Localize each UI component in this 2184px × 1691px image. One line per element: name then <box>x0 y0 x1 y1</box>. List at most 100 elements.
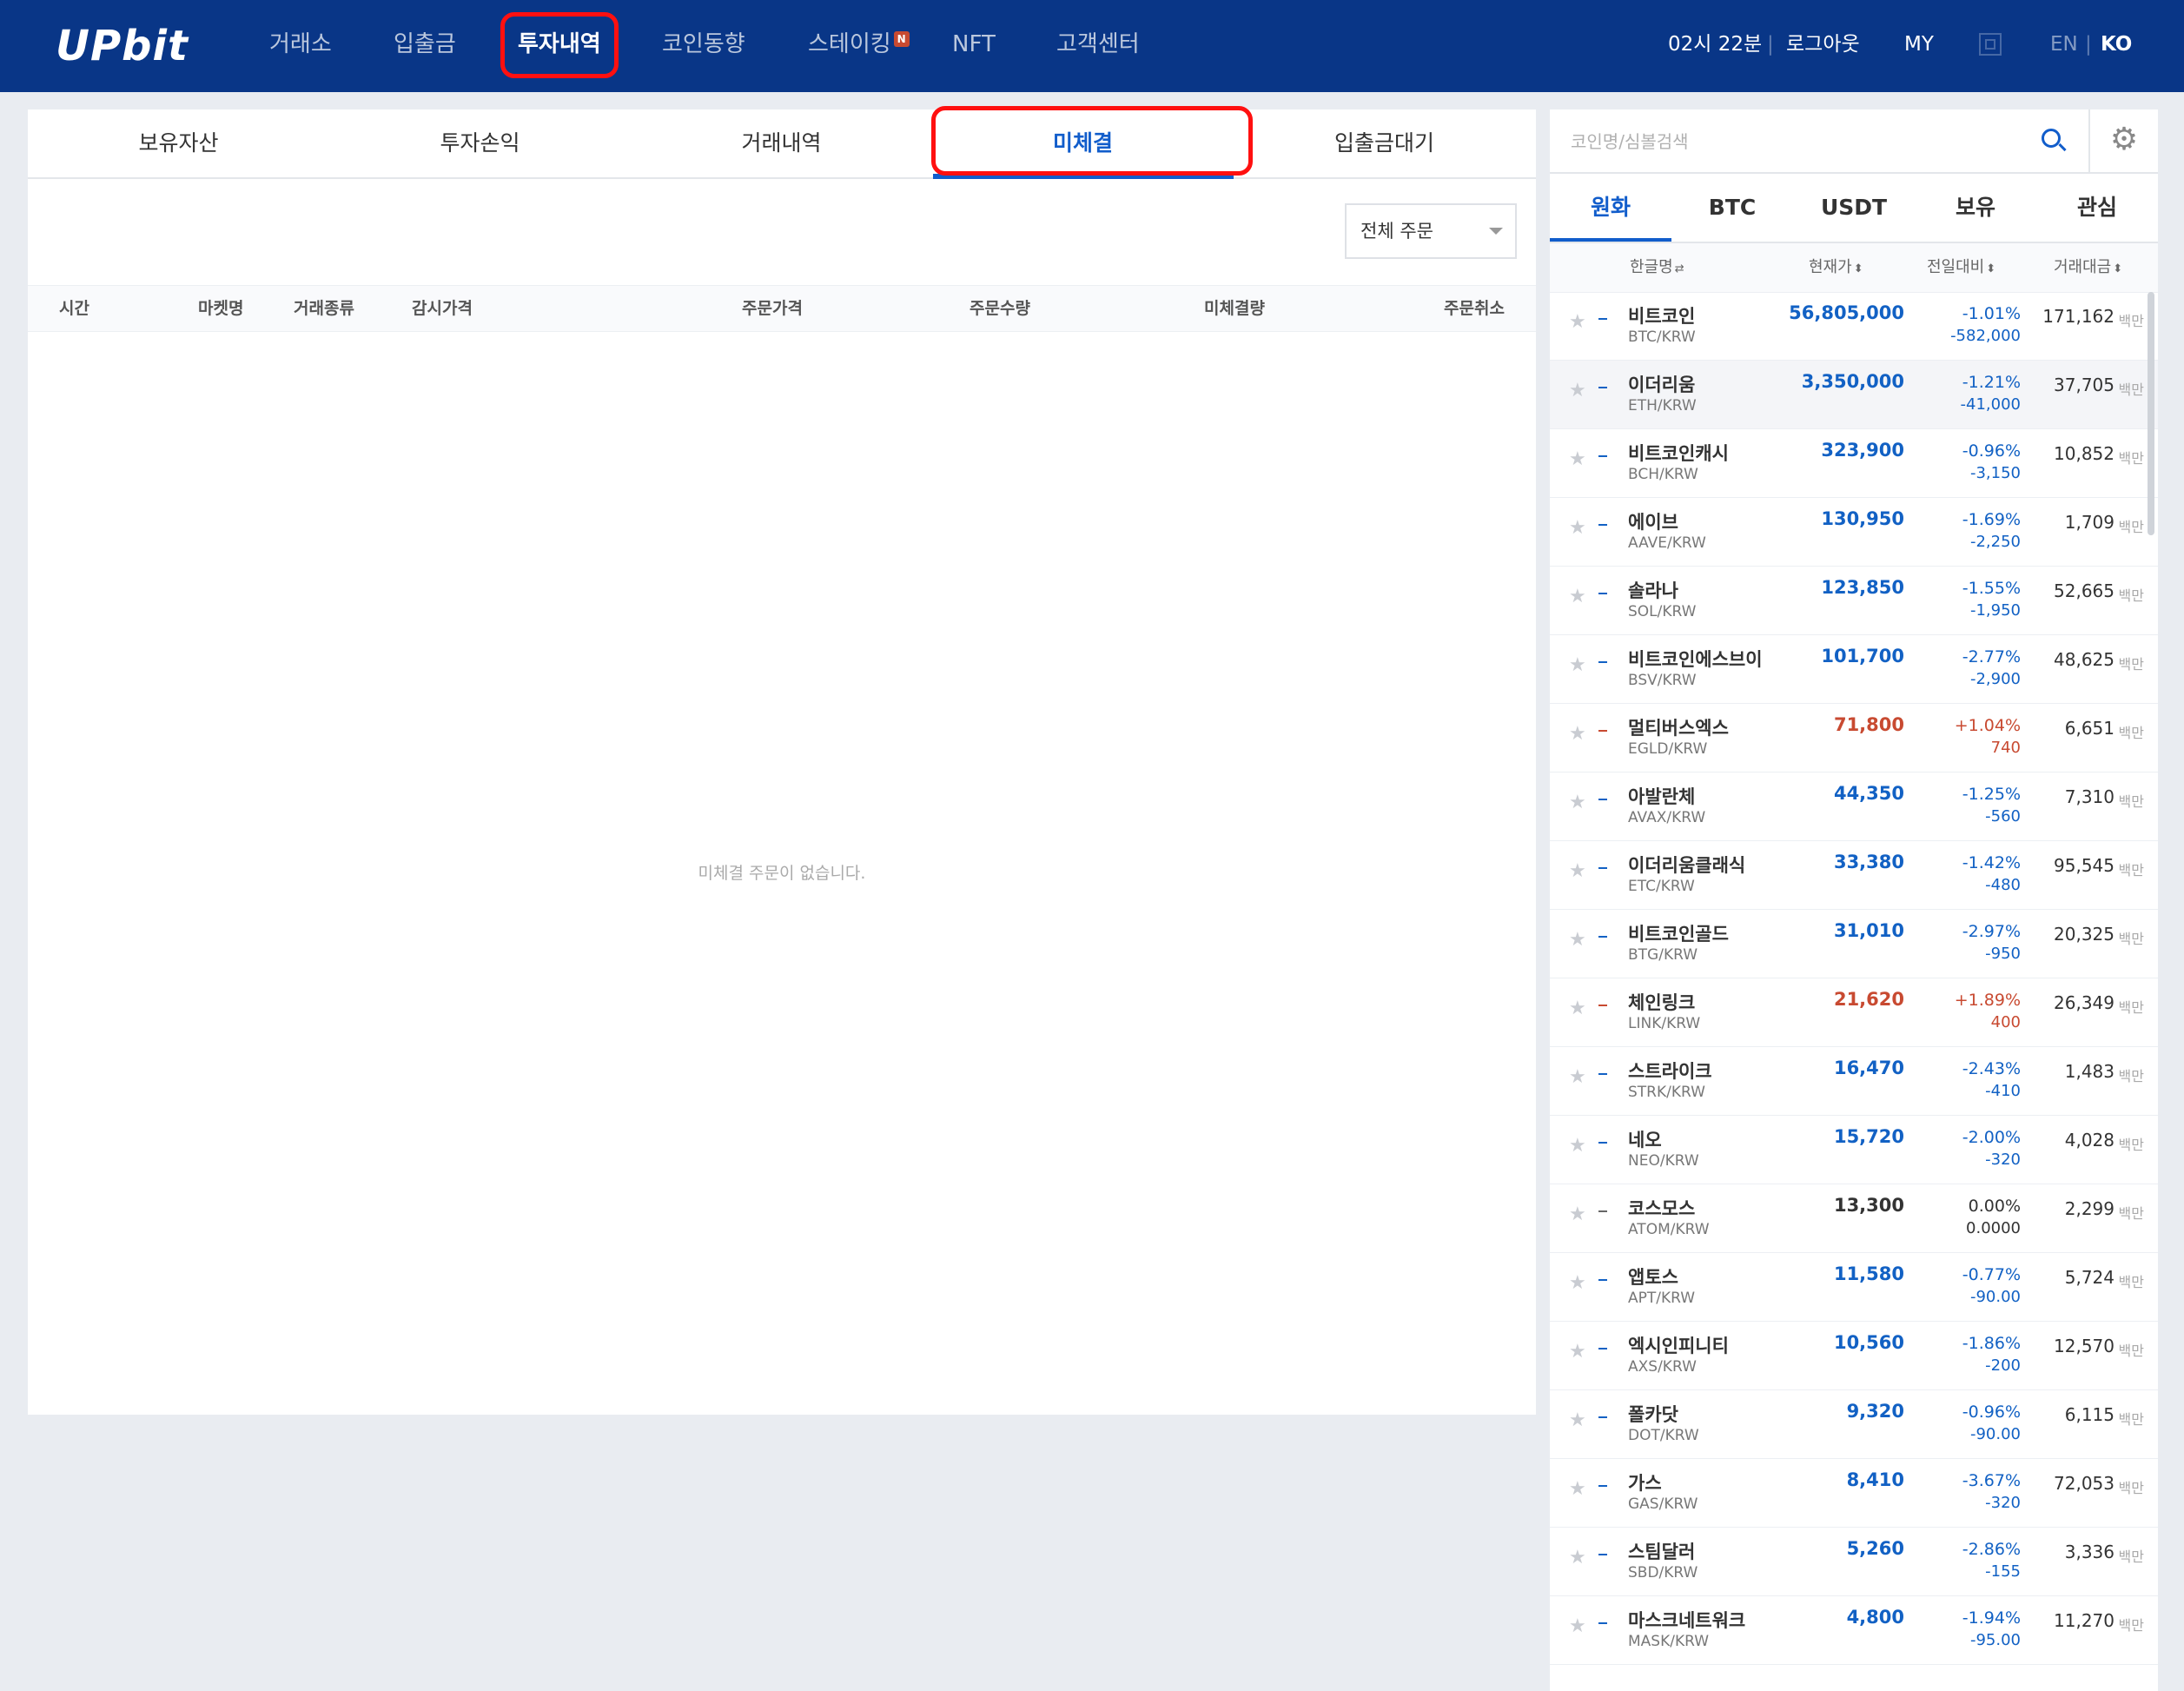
coin-row[interactable]: ★ 스팀달러 SBD/KRW 5,260 -2.86% -155 3,336 백만 <box>1550 1528 2158 1596</box>
tab-usdt[interactable]: USDT <box>1793 174 1915 242</box>
nav-nft[interactable]: NFT <box>952 0 996 92</box>
star-icon[interactable]: ★ <box>1569 586 1586 607</box>
volume-unit: 백만 <box>2118 381 2144 398</box>
upbit-logo[interactable]: UPbit <box>56 17 189 75</box>
my-page-link[interactable]: MY <box>1904 0 1934 92</box>
star-icon[interactable]: ★ <box>1569 654 1586 676</box>
coin-change-rate: -2.97% <box>1962 922 2021 941</box>
coin-name: 엑시인피니티 <box>1628 1336 1729 1356</box>
tab-holdings[interactable]: 보유자산 <box>28 109 329 177</box>
coin-row[interactable]: ★ 엑시인피니티 AXS/KRW 10,560 -1.86% -200 12,570 백만 <box>1550 1322 2158 1390</box>
coin-pair: ETC/KRW <box>1628 878 1695 895</box>
col-time: 시간 <box>59 299 89 318</box>
star-icon[interactable]: ★ <box>1569 1547 1586 1568</box>
coin-list: ★ 비트코인 BTC/KRW 56,805,000 -1.01% -582,000 171,… <box>1550 292 2158 1665</box>
sort-by-change[interactable]: 전일대비 ⬍ <box>1927 243 1995 292</box>
coin-row[interactable]: ★ 스트라이크 STRK/KRW 16,470 -2.43% -410 1,483 백만 <box>1550 1047 2158 1116</box>
nav-deposit-withdraw[interactable]: 입출금 <box>394 0 456 92</box>
mini-candle-icon <box>1598 1485 1607 1487</box>
star-icon[interactable]: ★ <box>1569 860 1586 882</box>
search-icon[interactable] <box>2042 129 2061 148</box>
coin-row[interactable]: ★ 앱토스 APT/KRW 11,580 -0.77% -90.00 5,724 백만 <box>1550 1253 2158 1322</box>
nav-exchange[interactable]: 거래소 <box>269 0 332 92</box>
coin-pair: BSV/KRW <box>1628 672 1697 689</box>
grid-menu-icon[interactable] <box>1979 33 2002 56</box>
coin-row[interactable]: ★ 이더리움클래식 ETC/KRW 33,380 -1.42% -480 95,545 백만 <box>1550 841 2158 910</box>
star-icon[interactable]: ★ <box>1569 1135 1586 1157</box>
logout-link[interactable]: 로그아웃 <box>1786 0 1860 92</box>
mini-candle-icon <box>1598 730 1607 732</box>
coin-row[interactable]: ★ 마스크네트워크 MASK/KRW 4,800 -1.94% -95.00 11,270 백… <box>1550 1596 2158 1665</box>
coin-name: 스트라이크 <box>1628 1061 1712 1082</box>
star-icon[interactable]: ★ <box>1569 517 1586 539</box>
mini-candle-icon <box>1598 455 1607 457</box>
coin-price: 71,800 <box>1833 714 1904 735</box>
coin-row[interactable]: ★ 비트코인캐시 BCH/KRW 323,900 -0.96% -3,150 10,852 백… <box>1550 429 2158 498</box>
lang-separator: | <box>2085 33 2092 56</box>
star-icon[interactable]: ★ <box>1569 792 1586 813</box>
tab-krw[interactable]: 원화 <box>1550 174 1671 242</box>
coin-pair: EGLD/KRW <box>1628 740 1708 758</box>
nav-coin-trends[interactable]: 코인동향 <box>662 0 745 92</box>
nav-staking[interactable]: 스테이킹 N <box>808 0 910 92</box>
coin-search-input[interactable] <box>1569 123 2007 160</box>
coin-change-rate: +1.04% <box>1954 716 2021 735</box>
new-badge: N <box>893 31 910 47</box>
coin-row[interactable]: ★ 아발란체 AVAX/KRW 44,350 -1.25% -560 7,310 백만 <box>1550 773 2158 841</box>
coin-row[interactable]: ★ 이더리움 ETH/KRW 3,350,000 -1.21% -41,000 37,705… <box>1550 361 2158 429</box>
order-filter-select[interactable]: 전체 주문 <box>1345 203 1517 259</box>
lang-ko-button[interactable]: KO <box>2101 0 2132 92</box>
star-icon[interactable]: ★ <box>1569 998 1586 1019</box>
scrollbar-thumb[interactable] <box>2148 292 2154 535</box>
star-icon[interactable]: ★ <box>1569 1478 1586 1500</box>
coin-name: 앱토스 <box>1628 1267 1678 1288</box>
lang-en-button[interactable]: EN <box>2050 0 2078 92</box>
sort-swap-icon: ⇄ <box>1674 262 1684 275</box>
coin-row[interactable]: ★ 에이브 AAVE/KRW 130,950 -1.69% -2,250 1,709 백만 <box>1550 498 2158 567</box>
coin-change-amount: -410 <box>1985 1082 2021 1100</box>
star-icon[interactable]: ★ <box>1569 1341 1586 1363</box>
tab-profit-loss[interactable]: 투자손익 <box>329 109 631 177</box>
coin-volume: 52,665 <box>2054 580 2115 601</box>
coin-row[interactable]: ★ 네오 NEO/KRW 15,720 -2.00% -320 4,028 백만 <box>1550 1116 2158 1184</box>
coin-change-rate: -1.69% <box>1962 510 2021 529</box>
tab-btc[interactable]: BTC <box>1671 174 1793 242</box>
coin-row[interactable]: ★ 체인링크 LINK/KRW 21,620 +1.89% 400 26,349 백만 <box>1550 978 2158 1047</box>
coin-row[interactable]: ★ 비트코인에스브이 BSV/KRW 101,700 -2.77% -2,900 48,62… <box>1550 635 2158 704</box>
star-icon[interactable]: ★ <box>1569 1409 1586 1431</box>
tab-pending-deposits[interactable]: 입출금대기 <box>1234 109 1535 177</box>
star-icon[interactable]: ★ <box>1569 1615 1586 1637</box>
coin-row[interactable]: ★ 비트코인골드 BTG/KRW 31,010 -2.97% -950 20,325 백만 <box>1550 910 2158 978</box>
star-icon[interactable]: ★ <box>1569 1066 1586 1088</box>
coin-name: 에이브 <box>1628 512 1678 533</box>
coin-price: 10,560 <box>1833 1332 1904 1353</box>
coin-row[interactable]: ★ 가스 GAS/KRW 8,410 -3.67% -320 72,053 백만 <box>1550 1459 2158 1528</box>
coin-row[interactable]: ★ 폴카닷 DOT/KRW 9,320 -0.96% -90.00 6,115 백만 <box>1550 1390 2158 1459</box>
coin-row[interactable]: ★ 솔라나 SOL/KRW 123,850 -1.55% -1,950 52,665 백만 <box>1550 567 2158 635</box>
coin-change-rate: -0.96% <box>1962 1403 2021 1422</box>
star-icon[interactable]: ★ <box>1569 723 1586 745</box>
coin-row[interactable]: ★ 코스모스 ATOM/KRW 13,300 0.00% 0.0000 2,299 백만 <box>1550 1184 2158 1253</box>
tab-favorites[interactable]: 관심 <box>2036 174 2158 242</box>
col-change-label: 전일대비 <box>1927 258 1985 276</box>
mini-candle-icon <box>1598 387 1607 388</box>
sort-by-name[interactable]: 한글명 ⇄ <box>1630 243 1684 292</box>
star-icon[interactable]: ★ <box>1569 448 1586 470</box>
sort-by-price[interactable]: 현재가 ⬍ <box>1809 243 1863 292</box>
tab-holdings[interactable]: 보유 <box>1915 174 2036 242</box>
coin-change-rate: -2.00% <box>1962 1128 2021 1147</box>
star-icon[interactable]: ★ <box>1569 1272 1586 1294</box>
coin-name: 네오 <box>1628 1130 1662 1151</box>
star-icon[interactable]: ★ <box>1569 380 1586 401</box>
coin-row[interactable]: ★ 멀티버스엑스 EGLD/KRW 71,800 +1.04% 740 6,651 백만 <box>1550 704 2158 773</box>
nav-customer-center[interactable]: 고객센터 <box>1056 0 1140 92</box>
coin-row[interactable]: ★ 비트코인 BTC/KRW 56,805,000 -1.01% -582,000 171,… <box>1550 292 2158 361</box>
gear-icon[interactable]: ⚙ <box>2088 109 2158 174</box>
tab-trade-history[interactable]: 거래내역 <box>631 109 932 177</box>
sort-by-volume[interactable]: 거래대금 ⬍ <box>2054 243 2122 292</box>
star-icon[interactable]: ★ <box>1569 929 1586 951</box>
coin-volume: 26,349 <box>2054 992 2115 1013</box>
star-icon[interactable]: ★ <box>1569 1204 1586 1225</box>
col-order-price: 주문가격 <box>742 299 803 318</box>
star-icon[interactable]: ★ <box>1569 311 1586 333</box>
